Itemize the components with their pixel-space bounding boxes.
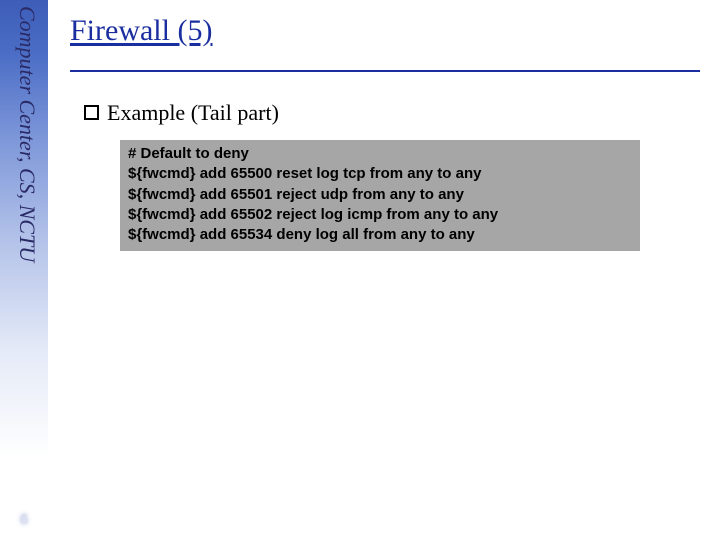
code-line: ${fwcmd} add 65501 reject udp from any t… <box>128 186 464 203</box>
code-line: ${fwcmd} add 65500 reset log tcp from an… <box>128 165 481 182</box>
code-block: # Default to deny ${fwcmd} add 65500 res… <box>120 140 640 251</box>
square-bullet-icon <box>84 105 99 120</box>
bullet-label: Example (Tail part) <box>107 100 279 126</box>
slide-title: Firewall (5) <box>60 0 710 56</box>
title-rule <box>70 70 700 72</box>
content-area: Firewall (5) Example (Tail part) # Defau… <box>60 0 710 540</box>
sidebar-label: Computer Center, CS, NCTU <box>14 6 40 540</box>
code-line: ${fwcmd} add 65534 deny log all from any… <box>128 226 475 243</box>
slide: Computer Center, CS, NCTU 6 Firewall (5)… <box>0 0 720 540</box>
sidebar: Computer Center, CS, NCTU 6 <box>0 0 48 540</box>
code-line: ${fwcmd} add 65502 reject log icmp from … <box>128 206 498 223</box>
code-line: # Default to deny <box>128 145 249 162</box>
bullet-item: Example (Tail part) <box>84 100 710 126</box>
page-number: 6 <box>0 511 48 528</box>
